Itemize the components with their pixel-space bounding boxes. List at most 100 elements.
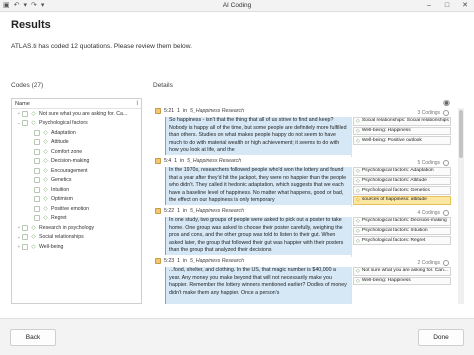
- code-chip[interactable]: ◇ Psychological factors: Attitude: [353, 176, 451, 186]
- dialog-footer: Back Done: [0, 318, 474, 355]
- code-chip[interactable]: ◇ sources of happiness: attitude: [353, 195, 451, 205]
- tree-item-checkbox[interactable]: [34, 177, 40, 184]
- tree-item-checkbox[interactable]: [34, 196, 40, 203]
- done-button[interactable]: Done: [418, 329, 464, 346]
- code-icon: ◇: [356, 218, 360, 225]
- code-icon: ◇: [356, 187, 360, 194]
- tree-item-checkbox[interactable]: [22, 234, 28, 241]
- code-chip[interactable]: ◇ Well-being: Happiness: [353, 276, 451, 286]
- status-ring-icon[interactable]: [443, 259, 449, 266]
- quotation-card[interactable]: 5:21 1 in 5_Happiness Research So happiness …: [153, 108, 451, 158]
- quotation-header: 5:23 1 in 5_Happiness Research: [155, 258, 244, 264]
- name-column-label: Name: [15, 101, 30, 107]
- quotation-codes: 4 Codings ◇ Psychological factors: Decisio…: [353, 208, 451, 246]
- tree-item-label: Optimism: [51, 196, 73, 203]
- tree-item-label: Encouragement: [51, 167, 88, 174]
- tree-item-checkbox[interactable]: [34, 129, 40, 136]
- code-icon: ◇: [43, 215, 48, 222]
- quotation-codes: 5 Codings ◇ Psychological factors: Adaptat…: [353, 158, 451, 205]
- quotation-id: 5:23: [164, 258, 175, 264]
- quotation-icon: [155, 258, 161, 264]
- tree-item[interactable]: ◇ Positive emotion: [12, 204, 141, 214]
- document-name[interactable]: 5_Happiness Research: [190, 258, 244, 264]
- quotation-icon: [155, 108, 161, 114]
- tree-item-checkbox[interactable]: [34, 148, 40, 155]
- code-chip-label: Social relationships: Social relationshi…: [361, 118, 449, 124]
- tree-item[interactable]: − ◇ Psychological factors: [12, 119, 141, 129]
- quotation-codes: 2 Codings ◇ Not sure what you are asking f…: [353, 258, 451, 286]
- tree-item[interactable]: ◇ Attitude: [12, 138, 141, 148]
- code-icon: ◇: [356, 128, 360, 134]
- codes-tree[interactable]: Name I + ◇ Not sure what you are asking fo…: [11, 98, 142, 304]
- tree-item[interactable]: + ◇ Research in psychology: [12, 223, 141, 233]
- code-chip[interactable]: ◇ Psychological factors: Intuition: [353, 226, 451, 236]
- tree-item-checkbox[interactable]: [34, 158, 40, 165]
- codings-header: 2 Codings: [353, 258, 451, 267]
- code-chip-label: Psychological factors: Intuition: [361, 228, 428, 233]
- maximize-icon[interactable]: □: [438, 0, 456, 12]
- tree-item[interactable]: ◇ Encouragement: [12, 166, 141, 176]
- document-name[interactable]: 5_Happiness Research: [190, 208, 244, 214]
- details-heading: Details: [153, 82, 173, 89]
- tree-item-checkbox[interactable]: [34, 205, 40, 212]
- code-chip-label: Psychological factors: Regret: [361, 237, 426, 243]
- code-icon: ◇: [43, 167, 48, 174]
- tree-item[interactable]: ◇ Adaptation: [12, 128, 141, 138]
- tree-item[interactable]: + ◇ Well-being: [12, 242, 141, 252]
- code-chip[interactable]: ◇ Not sure what you are asking for. Can..…: [353, 267, 451, 276]
- window-titlebar: ▣ ↶ ▾ ↷ ▾ AI Coding – □ ✕: [0, 0, 474, 12]
- code-chip[interactable]: ◇ Well-being: Happiness: [353, 126, 451, 136]
- tree-item-checkbox[interactable]: [34, 139, 40, 146]
- code-chip[interactable]: ◇ Social relationships: Social relationsh…: [353, 117, 451, 126]
- status-ring-icon[interactable]: [443, 209, 449, 216]
- codings-count: 2 Codings: [417, 259, 440, 266]
- back-button[interactable]: Back: [10, 329, 56, 346]
- code-chip[interactable]: ◇ Psychological factors: Genetics: [353, 186, 451, 195]
- code-icon: ◇: [356, 228, 360, 234]
- details-scrollbar[interactable]: [458, 108, 464, 304]
- eye-icon[interactable]: ◉: [443, 98, 450, 107]
- scroll-thumb[interactable]: [459, 110, 463, 158]
- quotation-card[interactable]: 5:4 1 in 5_Happiness Research In the 1970s, …: [153, 158, 451, 208]
- code-chip-label: Well-being: Happiness: [361, 128, 411, 133]
- tree-item[interactable]: + ◇ Social relationships: [12, 233, 141, 243]
- tree-item-checkbox[interactable]: [34, 186, 40, 193]
- tree-item[interactable]: ◇ Optimism: [12, 195, 141, 205]
- code-icon: ◇: [43, 196, 48, 203]
- codings-count: 5 Codings: [417, 159, 440, 166]
- tree-item-checkbox[interactable]: [22, 224, 28, 231]
- tree-column-header[interactable]: Name I: [12, 99, 141, 109]
- tree-item[interactable]: ◇ Genetics: [12, 176, 141, 186]
- tree-item[interactable]: ◇ Decision-making: [12, 157, 141, 167]
- quotation-card[interactable]: 5:22 1 in 5_Happiness Research In one study,…: [153, 208, 451, 258]
- tree-item[interactable]: ◇ Intuition: [12, 185, 141, 195]
- quotation-header: 5:22 1 in 5_Happiness Research: [155, 208, 244, 214]
- code-chip[interactable]: ◇ Psychological factors: Decision-making: [353, 217, 451, 226]
- code-icon: ◇: [43, 139, 48, 146]
- quotation-card[interactable]: 5:23 1 in 5_Happiness Research ...food, shel…: [153, 258, 451, 304]
- document-name[interactable]: 5_Happiness Research: [187, 158, 241, 164]
- code-chip[interactable]: ◇ Well-being: Positive outlook: [353, 136, 451, 145]
- details-panel: ◉ 5:21 1 in 5_Happiness Research So happines…: [153, 98, 464, 304]
- divider: [351, 167, 352, 207]
- in-label: in: [180, 158, 185, 164]
- status-ring-icon[interactable]: [443, 159, 449, 166]
- tree-item[interactable]: + ◇ Not sure what you are asking for. Ca..…: [12, 109, 141, 119]
- code-chip[interactable]: ◇ Psychological factors: Adaptation: [353, 167, 451, 176]
- tree-item-checkbox[interactable]: [22, 120, 28, 127]
- tree-item[interactable]: ◇ Comfort zone: [12, 147, 141, 157]
- tree-item[interactable]: ◇ Regret: [12, 214, 141, 224]
- tree-item-label: Well-being: [39, 243, 64, 250]
- tree-item-checkbox[interactable]: [34, 167, 40, 174]
- tree-item-checkbox[interactable]: [34, 215, 40, 222]
- tree-item-label: Intuition: [51, 186, 70, 193]
- tree-item-checkbox[interactable]: [22, 243, 28, 250]
- status-ring-icon[interactable]: [443, 109, 449, 116]
- code-icon: ◇: [356, 197, 360, 204]
- close-icon[interactable]: ✕: [456, 0, 474, 12]
- minimize-icon[interactable]: –: [420, 0, 438, 12]
- divider: [351, 217, 352, 257]
- tree-item-checkbox[interactable]: [22, 110, 28, 117]
- code-chip[interactable]: ◇ Psychological factors: Regret: [353, 236, 451, 245]
- document-name[interactable]: 5_Happiness Research: [190, 108, 244, 114]
